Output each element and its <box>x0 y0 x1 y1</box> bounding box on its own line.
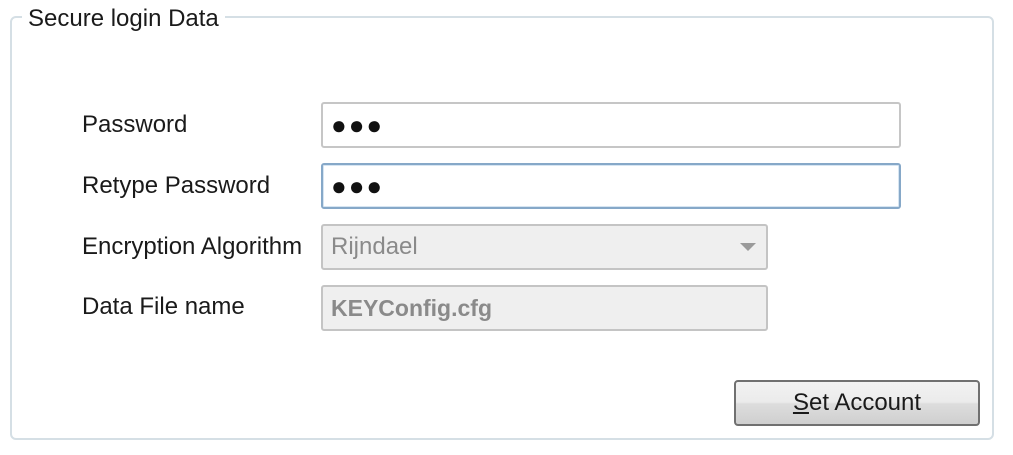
password-label: Password <box>82 111 188 138</box>
data-file-name-label: Data File name <box>82 293 245 320</box>
set-account-label: et Account <box>808 389 922 416</box>
data-file-name-value: KEYConfig.cfg <box>331 294 492 321</box>
encryption-algorithm-label: Encryption Algorithm <box>82 233 303 260</box>
encryption-algorithm-selected: Rijndael <box>331 233 418 260</box>
password-masked-value: ●●● <box>331 110 385 140</box>
secure-login-panel: Secure login Data Password ●●● Retype Pa… <box>0 0 1013 455</box>
retype-password-label: Retype Password <box>82 172 271 199</box>
retype-password-field[interactable]: ●●● <box>321 163 901 209</box>
chevron-down-icon <box>740 243 756 251</box>
data-file-name-field[interactable]: KEYConfig.cfg <box>321 285 768 331</box>
password-field[interactable]: ●●● <box>321 102 901 148</box>
retype-password-masked-value: ●●● <box>331 171 385 201</box>
encryption-algorithm-dropdown[interactable]: Rijndael <box>321 224 768 270</box>
set-account-mnemonic: S <box>792 389 809 416</box>
set-account-button[interactable]: Set Account <box>734 380 980 426</box>
groupbox-title: Secure login Data <box>22 4 225 34</box>
